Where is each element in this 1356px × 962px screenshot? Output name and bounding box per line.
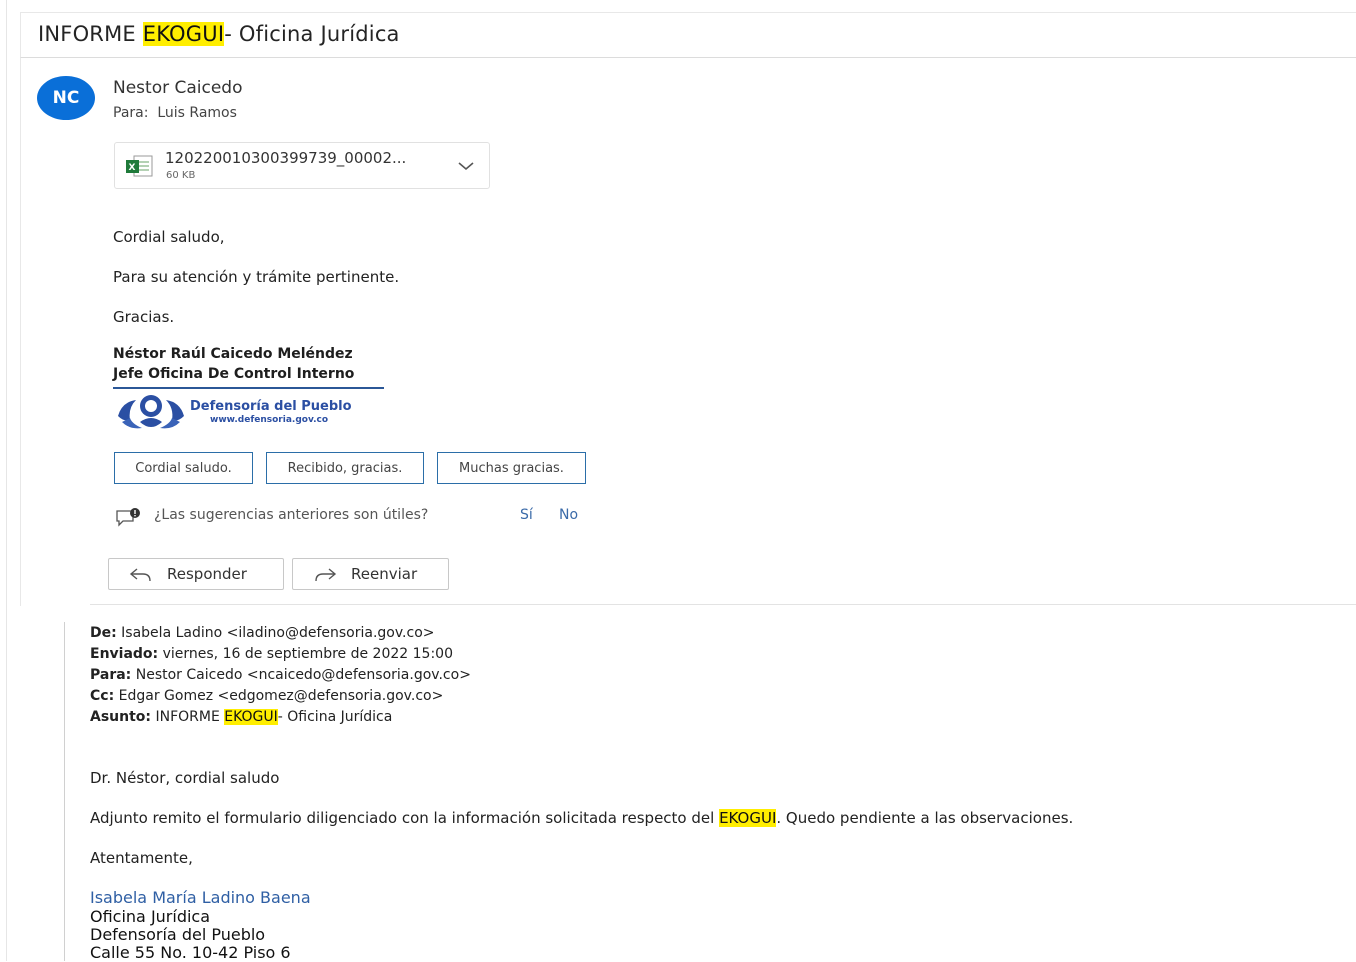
forward-button[interactable]: Reenviar [292, 558, 449, 590]
quoted-signature-line: Calle 55 No. 10-42 Piso 6 [90, 943, 291, 962]
quoted-body-prefix: Adjunto remito el formulario diligenciad… [90, 809, 720, 827]
quote-rule [64, 622, 65, 961]
sent-label: Enviado: [90, 646, 159, 662]
body-thanks: Gracias. [113, 308, 175, 326]
body-text: Para su atención y trámite pertinente. [113, 268, 400, 286]
quoted-subject-highlight: EKOGUI [224, 709, 278, 725]
logo-url: www.defensoria.gov.co [210, 415, 329, 425]
subject-highlight: EKOGUI [142, 22, 225, 46]
sent-value: viernes, 16 de septiembre de 2022 15:00 [162, 646, 453, 662]
quoted-greeting: Dr. Néstor, cordial saludo [90, 769, 280, 787]
reply-label: Responder [167, 565, 247, 583]
defensoria-logo-icon [118, 395, 184, 429]
reply-arrow-icon [129, 568, 151, 582]
suggested-reply-2[interactable]: Recibido, gracias. [266, 452, 424, 484]
quoted-to-value: Nestor Caicedo <ncaicedo@defensoria.gov.… [135, 667, 471, 683]
chevron-down-icon[interactable] [455, 155, 477, 177]
feedback-icon [116, 508, 140, 527]
signature-title: Jefe Oficina De Control Interno [113, 366, 355, 382]
signature-name: Néstor Raúl Caicedo Meléndez [113, 346, 353, 362]
attachment-card[interactable]: X 120220010300399739_00002... 60 KB [114, 142, 490, 189]
quoted-to: Para: Nestor Caicedo <ncaicedo@defensori… [90, 667, 471, 683]
subject-prefix: INFORME [38, 22, 143, 46]
quoted-body-highlight: EKOGUI [719, 809, 777, 827]
quoted-body-suffix: . Quedo pendiente a las observaciones. [776, 809, 1074, 827]
suggested-reply-3[interactable]: Muchas gracias. [437, 452, 586, 484]
feedback-question: ¿Las sugerencias anteriores son útiles? [154, 507, 429, 523]
quoted-subject-label: Asunto: [90, 709, 152, 725]
excel-file-icon: X [126, 155, 153, 177]
quoted-signature-line: Oficina Jurídica [90, 907, 211, 926]
suggested-reply-1[interactable]: Cordial saludo. [114, 452, 253, 484]
quoted-closing: Atentamente, [90, 849, 193, 867]
feedback-no-link[interactable]: No [559, 507, 578, 523]
email-subject: INFORME EKOGUI- Oficina Jurídica [38, 22, 400, 46]
cc-value: Edgar Gomez <edgomez@defensoria.gov.co> [118, 688, 444, 704]
quoted-subject-suffix: - Oficina Jurídica [277, 709, 393, 725]
feedback-yes-link[interactable]: Sí [520, 507, 533, 523]
subject-suffix: - Oficina Jurídica [224, 22, 400, 46]
quoted-signature-name: Isabela María Ladino Baena [90, 888, 311, 907]
message-card-border [20, 58, 21, 606]
reading-pane-border [6, 0, 7, 961]
quoted-subject-prefix: INFORME [155, 709, 225, 725]
svg-text:X: X [129, 163, 136, 173]
reply-button[interactable]: Responder [108, 558, 284, 590]
cc-label: Cc: [90, 688, 115, 704]
avatar[interactable]: NC [37, 76, 95, 120]
message-divider [90, 604, 1356, 605]
sender-name[interactable]: Nestor Caicedo [113, 78, 243, 98]
subject-bar: INFORME EKOGUI- Oficina Jurídica [20, 12, 1356, 58]
forward-arrow-icon [315, 568, 337, 582]
attachment-name: 120220010300399739_00002... [165, 149, 407, 167]
quoted-from: De: Isabela Ladino <iladino@defensoria.g… [90, 625, 434, 641]
recipient-line: Para: Luis Ramos [113, 105, 237, 121]
quoted-subject: Asunto: INFORME EKOGUI- Oficina Jurídica [90, 709, 392, 725]
quoted-cc: Cc: Edgar Gomez <edgomez@defensoria.gov.… [90, 688, 443, 704]
to-label: Para: [113, 105, 149, 121]
forward-label: Reenviar [351, 565, 418, 583]
attachment-size: 60 KB [166, 170, 196, 181]
quoted-sent: Enviado: viernes, 16 de septiembre de 20… [90, 646, 453, 662]
to-value[interactable]: Luis Ramos [157, 105, 237, 121]
from-value: Isabela Ladino <iladino@defensoria.gov.c… [121, 625, 435, 641]
logo-title: Defensoría del Pueblo [190, 399, 352, 414]
body-greeting: Cordial saludo, [113, 228, 225, 246]
quoted-body: Adjunto remito el formulario diligenciad… [90, 809, 1073, 827]
quoted-signature-line: Defensoría del Pueblo [90, 925, 266, 944]
signature-rule [113, 387, 384, 389]
from-label: De: [90, 625, 117, 641]
quoted-to-label: Para: [90, 667, 132, 683]
